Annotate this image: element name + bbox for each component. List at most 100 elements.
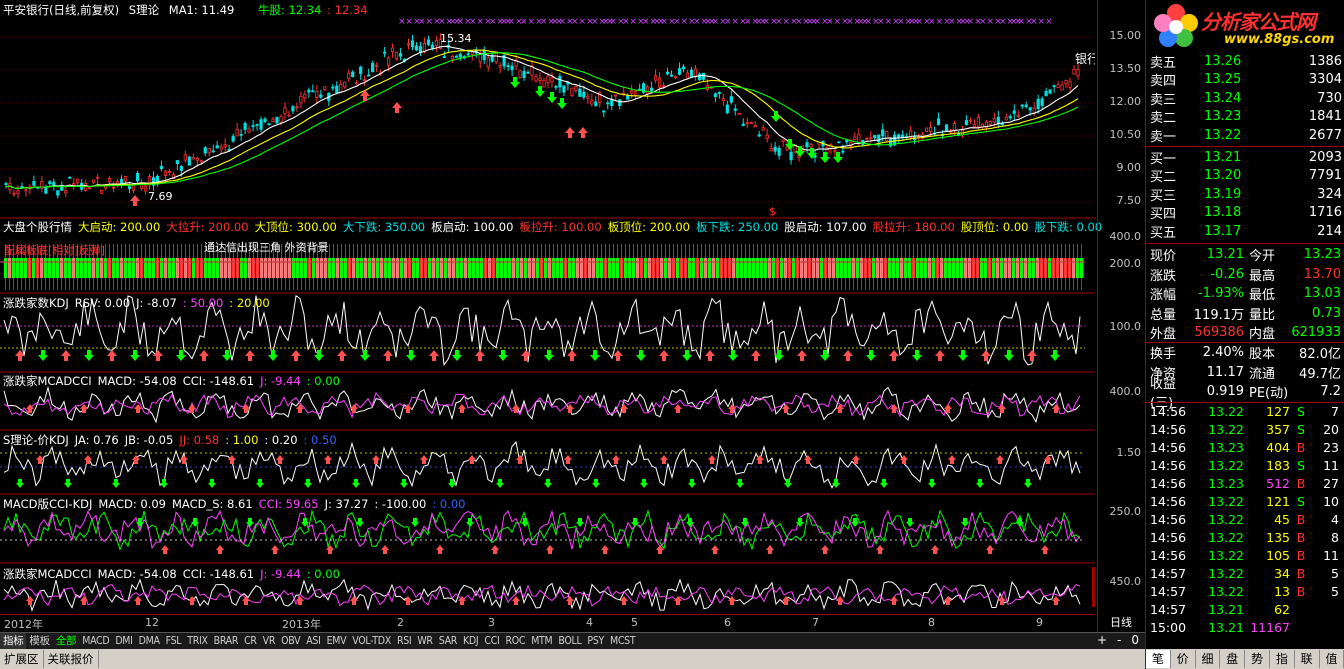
buy-arrow-icon <box>242 596 250 605</box>
tab-macd[interactable]: MACD <box>79 633 112 649</box>
candle-body <box>518 70 522 78</box>
tick-row: 14:56 13.22 357 S 20 <box>1146 420 1344 438</box>
tick-count: 8 <box>1331 529 1339 545</box>
tab-obv[interactable]: OBV <box>278 633 303 649</box>
chart-area[interactable]: ××× ××× ××× ××× ××× ××× ××× ××× ××× ××× ××× ××× ××× ×… <box>0 0 1102 632</box>
order-book-row[interactable]: 卖五 13.26 1386 <box>1146 52 1344 71</box>
candle-body <box>630 90 634 94</box>
date-axis: 2012年 12 2013年 2 3 4 5 6 7 8 9 <box>0 614 1095 631</box>
candle-body <box>1008 116 1012 119</box>
candle-body <box>646 86 650 95</box>
order-book-row[interactable]: 卖四 13.25 3304 <box>1146 71 1344 89</box>
period-label[interactable]: 日线 <box>1110 614 1132 630</box>
extension-area-button[interactable]: 扩展区 <box>0 650 44 668</box>
panel5-title-part: : 1.00 <box>225 433 259 447</box>
tab-roc[interactable]: ROC <box>502 633 528 649</box>
tab-brar[interactable]: BRAR <box>211 633 241 649</box>
tick-list[interactable]: 14:56 13.22 127 S 7 14:56 13.22 357 S 20 14:56 13.2… <box>1146 402 1344 636</box>
level-price: 13.26 <box>1204 53 1242 69</box>
order-book-row[interactable]: 买四 13.18 1716 <box>1146 204 1344 222</box>
quote-tab[interactable]: 值 <box>1320 650 1344 668</box>
zoom-out-button[interactable]: - <box>1117 633 1121 647</box>
quote-tab[interactable]: 指 <box>1270 650 1295 668</box>
quote-tab[interactable]: 盘 <box>1220 650 1246 668</box>
candle-body <box>263 118 267 123</box>
buy-arrow-icon <box>491 545 499 554</box>
tab-cci[interactable]: CCI <box>481 633 502 649</box>
axis-tick-label: 400.0 <box>1109 385 1142 398</box>
candle-body <box>100 189 104 194</box>
candle-body <box>406 43 411 46</box>
tab-vr[interactable]: VR <box>260 633 278 649</box>
tick-price: 13.22 <box>1208 547 1244 563</box>
stat-row: 涨幅 -1.93% 最低 13.03 <box>1146 284 1344 304</box>
tick-side: B <box>1296 475 1306 491</box>
order-book-row[interactable]: 卖一 13.22 2677 <box>1146 126 1344 145</box>
candle-body <box>351 71 355 78</box>
order-book-row[interactable]: 买三 13.19 324 <box>1146 185 1344 204</box>
tab-vol-tdx[interactable]: VOL-TDX <box>349 633 394 649</box>
tab-emv[interactable]: EMV <box>324 633 350 649</box>
date-label: 7 <box>812 616 819 629</box>
tab-dma[interactable]: DMA <box>136 633 163 649</box>
tab-fsl[interactable]: FSL <box>163 633 185 649</box>
axis-marker <box>1092 567 1095 607</box>
candle-body <box>753 124 757 128</box>
tab-psy[interactable]: PSY <box>584 633 607 649</box>
candle-body <box>845 139 849 143</box>
level-volume: 3304 <box>1308 72 1342 88</box>
tick-row: 14:57 13.22 34 B 5 <box>1146 564 1344 582</box>
candle-body <box>48 181 52 185</box>
quote-tab[interactable]: 势 <box>1245 650 1270 668</box>
tab-dmi[interactable]: DMI <box>112 633 135 649</box>
candle-body <box>283 107 287 115</box>
overlay-label-1: 配属板底[相对]反弹] <box>4 244 105 257</box>
zoom-in-button[interactable]: + <box>1097 633 1107 647</box>
tab-sar[interactable]: SAR <box>436 633 460 649</box>
tab-mtm[interactable]: MTM <box>528 633 555 649</box>
order-book-row[interactable]: 卖二 13.23 1841 <box>1146 108 1344 126</box>
chart-canvas[interactable]: ××××××××××××××××××××××××××××××××××××××××… <box>0 0 1095 632</box>
axis-tick-label: 1.50 <box>1116 446 1142 459</box>
candle-body <box>259 119 263 130</box>
buy-arrow-icon <box>458 404 466 413</box>
tab-kdj[interactable]: KDJ <box>460 633 481 649</box>
candle-body <box>761 127 765 131</box>
candle-body <box>1004 116 1008 121</box>
zoom-reset-button[interactable]: 0 <box>1131 633 1139 647</box>
panel5-title-part: S理论-价KDJ <box>3 433 69 447</box>
high-price-label: 15.34 <box>440 32 472 45</box>
sell-arrow-icon <box>576 518 584 527</box>
candle-body <box>1064 80 1068 85</box>
quote-tab[interactable]: 联 <box>1295 650 1320 668</box>
quote-tab[interactable]: 细 <box>1196 650 1221 668</box>
date-label: 6 <box>724 616 731 629</box>
tab-指标[interactable]: 指标 <box>0 633 27 649</box>
quote-tab[interactable]: 价 <box>1171 650 1196 668</box>
tab-模板[interactable]: 模板 <box>26 633 52 649</box>
tab-boll[interactable]: BOLL <box>555 633 584 649</box>
tab-cr[interactable]: CR <box>241 633 260 649</box>
tab-全部[interactable]: 全部 <box>53 633 79 649</box>
stat-value: 11.17 <box>1206 364 1244 380</box>
tick-side: S <box>1297 493 1305 509</box>
related-quote-button[interactable]: 关联报价 <box>44 650 99 668</box>
candle-body <box>1076 69 1080 77</box>
order-book-row[interactable]: 卖三 13.24 730 <box>1146 89 1344 108</box>
quote-tab[interactable]: 笔 <box>1146 650 1171 668</box>
tab-wr[interactable]: WR <box>414 633 435 649</box>
tab-asi[interactable]: ASI <box>303 633 323 649</box>
stat-row: 收益(三) 0.919 PE(动) 7.2 <box>1146 377 1344 411</box>
tab-mcst[interactable]: MCST <box>607 633 638 649</box>
order-book-row[interactable]: 买一 13.21 2093 <box>1146 148 1344 167</box>
order-book-row[interactable]: 买五 13.17 214 <box>1146 222 1344 241</box>
tab-trix[interactable]: TRIX <box>184 633 210 649</box>
tab-rsi[interactable]: RSI <box>394 633 414 649</box>
buy-arrow-icon <box>468 455 476 464</box>
candle-body <box>498 65 502 68</box>
tick-row: 14:56 13.22 105 B 11 <box>1146 546 1344 564</box>
candle-body <box>873 135 877 139</box>
buy-arrow-icon <box>931 545 939 554</box>
order-book-row[interactable]: 买二 13.20 7791 <box>1146 167 1344 185</box>
date-label: 9 <box>1036 616 1043 629</box>
